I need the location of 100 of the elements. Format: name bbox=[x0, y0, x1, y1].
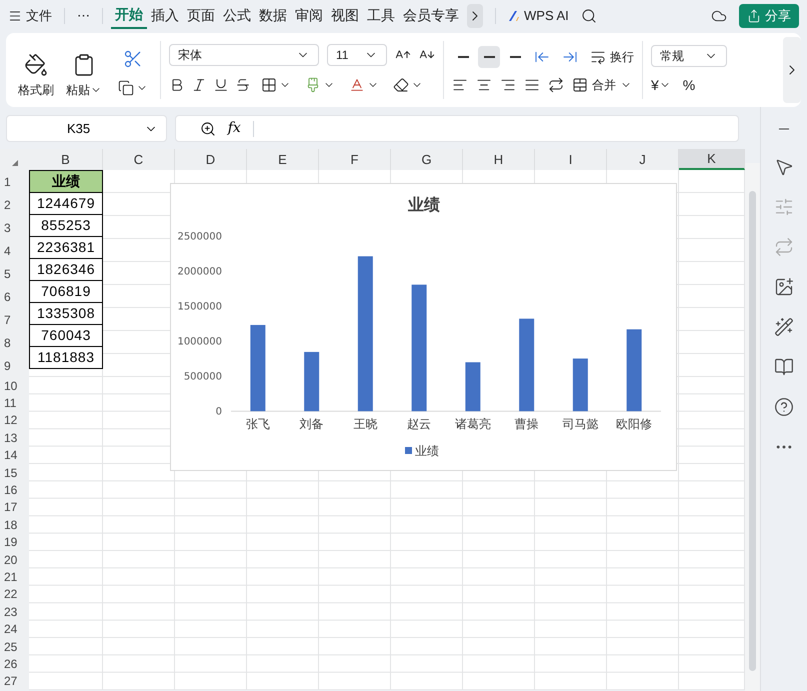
y-tick-label: 1500000 bbox=[177, 302, 222, 312]
row-header[interactable]: 27 bbox=[0, 672, 29, 690]
align-right-icon[interactable] bbox=[500, 77, 516, 93]
row-header[interactable]: 11 bbox=[0, 394, 29, 412]
row-header[interactable]: 2 bbox=[0, 193, 29, 216]
column-header[interactable]: K bbox=[679, 149, 745, 170]
row-header[interactable]: 19 bbox=[0, 534, 29, 551]
row-header[interactable]: 23 bbox=[0, 603, 29, 620]
category-label: 曹操 bbox=[514, 417, 539, 431]
wps-ai-button[interactable]: WPS AI bbox=[524, 6, 569, 26]
table-cell: 760043 bbox=[29, 324, 103, 347]
image-icon[interactable] bbox=[774, 277, 794, 297]
format-painter-button[interactable]: 格式刷 bbox=[18, 53, 54, 99]
formula-field[interactable]: fx bbox=[174, 115, 739, 142]
strikethrough-icon[interactable] bbox=[235, 77, 251, 93]
ribbon-tab[interactable]: 页面 bbox=[183, 2, 219, 28]
row-header[interactable]: 9 bbox=[0, 354, 29, 377]
row-header[interactable]: 24 bbox=[0, 620, 29, 638]
font-size-dropdown[interactable]: 11 bbox=[327, 44, 387, 66]
table-cell: 1335308 bbox=[29, 302, 103, 325]
file-menu[interactable]: 文件 bbox=[26, 6, 52, 26]
increase-indent-icon[interactable] bbox=[562, 49, 578, 65]
scroll-tabs-button[interactable] bbox=[467, 4, 483, 28]
grid-icon bbox=[261, 77, 277, 93]
percent-button[interactable]: % bbox=[682, 74, 696, 96]
vertical-scrollbar[interactable] bbox=[749, 191, 756, 671]
column-header[interactable]: C bbox=[103, 149, 175, 170]
number-format-dropdown[interactable]: 常规 bbox=[651, 44, 727, 66]
y-tick-label: 2500000 bbox=[177, 232, 222, 242]
wrap-text-button[interactable]: 换行 bbox=[590, 48, 634, 66]
underline-icon[interactable] bbox=[213, 77, 229, 93]
column-header[interactable]: F bbox=[319, 149, 391, 170]
table-cell: 2236381 bbox=[29, 236, 103, 259]
row-header[interactable]: 18 bbox=[0, 516, 29, 534]
row-header[interactable]: 3 bbox=[0, 216, 29, 239]
more-menu[interactable]: ⋯ bbox=[77, 6, 90, 26]
vertical-align-button[interactable] bbox=[478, 46, 500, 68]
column-header[interactable]: H bbox=[463, 149, 535, 170]
wand-icon[interactable] bbox=[774, 317, 794, 337]
align-left-icon[interactable] bbox=[452, 77, 468, 93]
row-header[interactable]: 22 bbox=[0, 586, 29, 604]
share-button[interactable]: 分享 bbox=[739, 4, 799, 28]
ribbon-tab[interactable]: 工具 bbox=[363, 2, 399, 28]
pointer-icon[interactable] bbox=[774, 157, 794, 177]
row-header[interactable]: 6 bbox=[0, 285, 29, 308]
row-header[interactable]: 13 bbox=[0, 429, 29, 447]
bar bbox=[465, 362, 480, 412]
font-dropdown[interactable]: 宋体 bbox=[169, 44, 319, 66]
fx-label[interactable]: fx bbox=[228, 118, 241, 139]
search-icon[interactable] bbox=[580, 8, 597, 24]
chart-title: 业绩 bbox=[408, 195, 440, 214]
ribbon-tab[interactable]: 开始 bbox=[111, 2, 147, 28]
ribbon-tab[interactable]: 会员专享 bbox=[399, 2, 463, 28]
column-header[interactable]: D bbox=[175, 149, 247, 170]
row-header[interactable]: 1 bbox=[0, 170, 29, 193]
row-header[interactable]: 25 bbox=[0, 638, 29, 656]
column-header[interactable]: I bbox=[535, 149, 607, 170]
eraser-icon bbox=[393, 77, 409, 93]
row-header[interactable]: 20 bbox=[0, 550, 29, 568]
justify-icon[interactable] bbox=[524, 77, 540, 93]
row-header[interactable]: 12 bbox=[0, 412, 29, 430]
cut-icon[interactable] bbox=[123, 49, 143, 69]
ribbon-tab[interactable]: 视图 bbox=[327, 2, 363, 28]
row-header[interactable]: 17 bbox=[0, 498, 29, 516]
row-header[interactable]: 8 bbox=[0, 331, 29, 354]
sliders-icon[interactable] bbox=[774, 197, 794, 217]
format-painter-label: 格式刷 bbox=[18, 82, 54, 99]
name-box[interactable]: K35 bbox=[6, 115, 167, 142]
ribbon-tab[interactable]: 公式 bbox=[219, 2, 255, 28]
row-header[interactable]: 5 bbox=[0, 262, 29, 285]
paste-button[interactable]: 粘贴 bbox=[66, 53, 102, 99]
row-header[interactable]: 7 bbox=[0, 308, 29, 331]
category-label: 诸葛亮 bbox=[454, 417, 491, 431]
distribute-icon[interactable] bbox=[548, 77, 564, 93]
row-header[interactable]: 10 bbox=[0, 377, 29, 394]
ribbon-tab[interactable]: 插入 bbox=[147, 2, 183, 28]
row-header[interactable]: 14 bbox=[0, 446, 29, 464]
wrap-icon bbox=[590, 49, 606, 65]
currency-button[interactable]: ¥ bbox=[651, 74, 671, 96]
column-header[interactable]: G bbox=[391, 149, 463, 170]
font-color-icon bbox=[349, 77, 365, 93]
column-header[interactable]: E bbox=[247, 149, 319, 170]
ribbon-tab[interactable]: 审阅 bbox=[291, 2, 327, 28]
merge-button[interactable]: 合并 bbox=[572, 76, 632, 94]
row-header[interactable]: 15 bbox=[0, 464, 29, 482]
share-icon bbox=[747, 8, 761, 22]
zoom-icon[interactable] bbox=[200, 120, 216, 136]
menu-icon[interactable] bbox=[8, 8, 22, 22]
row-header[interactable]: 16 bbox=[0, 481, 29, 499]
help-icon[interactable] bbox=[774, 397, 794, 417]
y-tick-label: 1000000 bbox=[177, 336, 222, 348]
row-header[interactable]: 26 bbox=[0, 655, 29, 673]
category-label: 司马懿 bbox=[562, 417, 598, 431]
row-header[interactable]: 21 bbox=[0, 568, 29, 586]
book-icon[interactable] bbox=[774, 357, 794, 377]
italic-icon[interactable] bbox=[191, 77, 207, 93]
row-header[interactable]: 4 bbox=[0, 239, 29, 262]
align-center-icon[interactable] bbox=[476, 77, 492, 93]
ribbon-tab[interactable]: 数据 bbox=[255, 2, 291, 28]
decrease-indent-icon[interactable] bbox=[534, 49, 550, 65]
